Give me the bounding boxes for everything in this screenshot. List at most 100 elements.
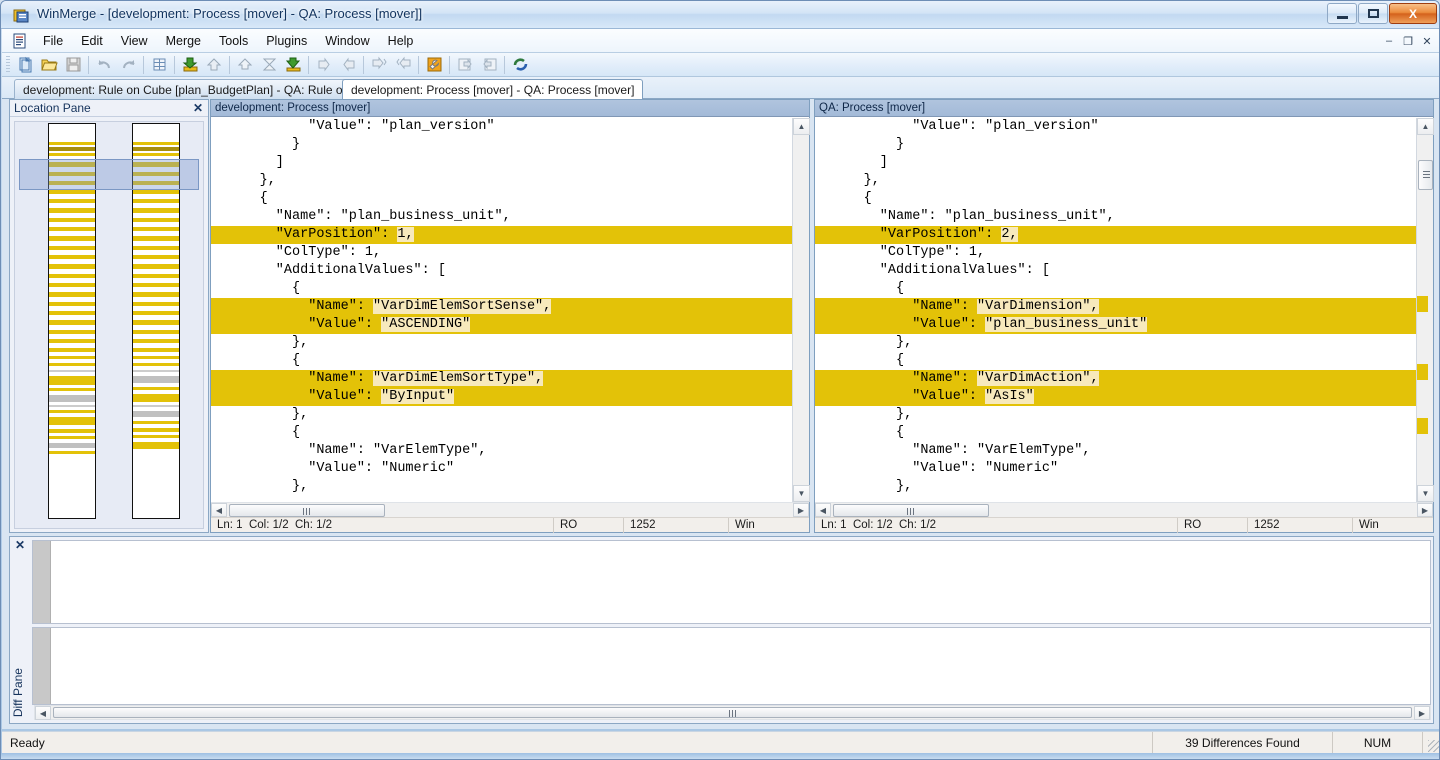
code-line[interactable]: }, <box>815 478 1416 496</box>
code-line[interactable]: "ColType": 1, <box>211 244 792 262</box>
code-line[interactable]: "AdditionalValues": [ <box>815 262 1416 280</box>
diff-pane-hscroll-thumb[interactable] <box>53 707 1412 718</box>
menu-merge[interactable]: Merge <box>157 31 210 51</box>
code-line[interactable]: "Value": "Numeric" <box>815 460 1416 478</box>
code-line[interactable]: { <box>815 280 1416 298</box>
left-horizontal-scrollbar[interactable]: ◀ ▶ <box>211 502 809 517</box>
next-difference-icon[interactable] <box>281 54 305 76</box>
code-line[interactable]: ] <box>815 154 1416 172</box>
window-maximize-button[interactable] <box>1358 3 1388 24</box>
menu-edit[interactable]: Edit <box>72 31 112 51</box>
refresh-icon[interactable] <box>508 54 532 76</box>
tab-process-mover[interactable]: development: Process [mover] - QA: Proce… <box>342 79 643 99</box>
right-vscroll-thumb[interactable] <box>1418 160 1433 190</box>
code-line[interactable]: "Name": "plan_business_unit", <box>211 208 792 226</box>
location-viewport-indicator[interactable] <box>19 159 199 190</box>
copy-right-and-advance-icon[interactable] <box>367 54 391 76</box>
code-line[interactable]: { <box>211 424 792 442</box>
diff-pane-scroll-right-icon[interactable]: ▶ <box>1414 706 1430 720</box>
code-line-diff[interactable]: "Name": "VarDimElemSortSense", <box>211 298 792 316</box>
code-line[interactable]: "Name": "plan_business_unit", <box>815 208 1416 226</box>
diff-pane-bottom-view[interactable] <box>32 627 1431 705</box>
resize-grip[interactable] <box>1422 732 1440 754</box>
left-scroll-right-icon[interactable]: ▶ <box>793 503 809 517</box>
diff-pane-horizontal-scrollbar[interactable]: ◀ ▶ <box>34 705 1431 720</box>
open-folder-icon[interactable] <box>37 54 61 76</box>
code-line[interactable]: "Name": "VarElemType", <box>211 442 792 460</box>
code-line[interactable]: }, <box>815 406 1416 424</box>
code-line[interactable]: }, <box>211 172 792 190</box>
window-minimize-button[interactable] <box>1327 3 1357 24</box>
right-scroll-up-icon[interactable]: ▲ <box>1417 118 1434 135</box>
copy-left-icon[interactable] <box>202 54 226 76</box>
mdi-close-button[interactable]: ✕ <box>1418 32 1436 50</box>
code-line[interactable]: "Value": "plan_version" <box>211 118 792 136</box>
code-line-diff[interactable]: "Value": "ByInput" <box>211 388 792 406</box>
menu-tools[interactable]: Tools <box>210 31 257 51</box>
menu-window[interactable]: Window <box>316 31 378 51</box>
left-scroll-down-icon[interactable]: ▼ <box>793 485 810 502</box>
code-line[interactable]: "Value": "plan_version" <box>815 118 1416 136</box>
select-files-right-icon[interactable] <box>453 54 477 76</box>
code-line-diff[interactable]: "Value": "ASCENDING" <box>211 316 792 334</box>
right-vertical-scrollbar[interactable]: ▲ ▼ <box>1416 118 1433 502</box>
diff-pane-top-view[interactable] <box>32 540 1431 624</box>
code-line[interactable]: { <box>815 424 1416 442</box>
code-line[interactable]: ] <box>211 154 792 172</box>
code-line[interactable]: }, <box>211 406 792 424</box>
code-line[interactable]: "AdditionalValues": [ <box>211 262 792 280</box>
code-line-diff[interactable]: "Value": "plan_business_unit" <box>815 316 1416 334</box>
code-line[interactable]: "Value": "Numeric" <box>211 460 792 478</box>
code-line[interactable]: }, <box>211 334 792 352</box>
right-hscroll-thumb[interactable] <box>833 504 989 517</box>
select-files-left-icon[interactable] <box>477 54 501 76</box>
code-line[interactable]: "Name": "VarElemType", <box>815 442 1416 460</box>
code-line-diff[interactable]: "VarPosition": 1, <box>211 226 792 244</box>
code-line[interactable]: { <box>211 190 792 208</box>
mdi-restore-button[interactable]: ❐ <box>1399 32 1417 50</box>
right-horizontal-scrollbar[interactable]: ◀ ▶ <box>815 502 1433 517</box>
left-scroll-left-icon[interactable]: ◀ <box>211 503 227 517</box>
code-line[interactable]: } <box>815 136 1416 154</box>
code-line-diff[interactable]: "VarPosition": 2, <box>815 226 1416 244</box>
left-vertical-scrollbar[interactable]: ▲ ▼ <box>792 118 809 502</box>
code-line[interactable]: }, <box>815 172 1416 190</box>
new-file-icon[interactable] <box>13 54 37 76</box>
left-code-lines[interactable]: "Value": "plan_version" } ] }, { "Name":… <box>211 118 792 502</box>
code-line[interactable]: } <box>211 136 792 154</box>
copy-left-and-advance-icon[interactable] <box>391 54 415 76</box>
menu-plugins[interactable]: Plugins <box>257 31 316 51</box>
document-icon[interactable] <box>12 33 28 49</box>
refresh-compare-icon[interactable] <box>147 54 171 76</box>
undo-icon[interactable] <box>92 54 116 76</box>
first-difference-icon[interactable] <box>233 54 257 76</box>
menu-help[interactable]: Help <box>379 31 423 51</box>
diff-pane-close-button[interactable]: ✕ <box>15 538 25 552</box>
copy-to-left-icon[interactable] <box>336 54 360 76</box>
code-line[interactable]: { <box>211 352 792 370</box>
diff-pane-scroll-left-icon[interactable]: ◀ <box>35 706 51 720</box>
code-line-diff[interactable]: "Value": "AsIs" <box>815 388 1416 406</box>
copy-to-right-icon[interactable] <box>312 54 336 76</box>
code-line[interactable]: { <box>815 352 1416 370</box>
left-code-area[interactable]: "Value": "plan_version" } ] }, { "Name":… <box>211 118 809 502</box>
code-line[interactable]: }, <box>815 334 1416 352</box>
code-line-diff[interactable]: "Name": "VarDimElemSortType", <box>211 370 792 388</box>
left-scroll-up-icon[interactable]: ▲ <box>793 118 810 135</box>
code-line[interactable]: { <box>211 280 792 298</box>
right-code-area[interactable]: "Value": "plan_version" } ] }, { "Name":… <box>815 118 1433 502</box>
options-icon[interactable] <box>422 54 446 76</box>
right-scroll-right-icon[interactable]: ▶ <box>1417 503 1433 517</box>
redo-icon[interactable] <box>116 54 140 76</box>
code-line[interactable]: }, <box>211 478 792 496</box>
copy-right-icon[interactable] <box>178 54 202 76</box>
right-code-lines[interactable]: "Value": "plan_version" } ] }, { "Name":… <box>815 118 1416 502</box>
previous-difference-icon[interactable] <box>257 54 281 76</box>
code-line-diff[interactable]: "Name": "VarDimAction", <box>815 370 1416 388</box>
code-line-diff[interactable]: "Name": "VarDimension", <box>815 298 1416 316</box>
mdi-minimize-button[interactable]: – <box>1380 32 1398 50</box>
save-icon[interactable] <box>61 54 85 76</box>
right-scroll-left-icon[interactable]: ◀ <box>815 503 831 517</box>
code-line[interactable]: "ColType": 1, <box>815 244 1416 262</box>
left-hscroll-thumb[interactable] <box>229 504 385 517</box>
